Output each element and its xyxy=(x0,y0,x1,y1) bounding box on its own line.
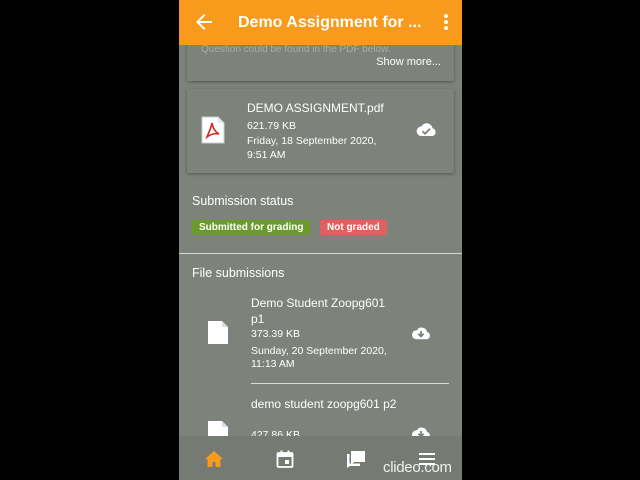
arrow-back-icon[interactable] xyxy=(192,10,216,34)
attachment-size: 621.79 KB xyxy=(247,120,297,132)
calendar-icon[interactable] xyxy=(275,450,295,468)
phone-screen: Demo Assignment for ... Question could b… xyxy=(179,0,462,480)
attachment-date: Friday, 18 September 2020, 9:51 AM xyxy=(247,135,377,161)
file-submissions-title: File submissions xyxy=(192,266,285,280)
grading-status-badge: Not graded xyxy=(320,220,387,235)
submitted-badge: Submitted for grading xyxy=(192,220,311,235)
messages-icon[interactable] xyxy=(346,450,366,468)
pdf-icon xyxy=(201,116,225,144)
description-text: Question could be found in the PDF below… xyxy=(201,44,391,55)
cloud-download-icon[interactable] xyxy=(411,326,431,342)
app-bar: Demo Assignment for ... xyxy=(179,0,462,45)
section-divider xyxy=(179,253,462,254)
cloud-check-icon xyxy=(415,122,437,138)
submission-file-name[interactable]: demo student zoopg601 p2 xyxy=(251,396,401,412)
home-icon[interactable] xyxy=(204,450,224,468)
submission-file-size: 373.39 KB xyxy=(251,328,301,340)
more-vert-icon[interactable] xyxy=(438,10,454,34)
submission-file-date: Sunday, 20 September 2020, 11:13 AM xyxy=(251,345,387,370)
attachment-name: DEMO ASSIGNMENT.pdf xyxy=(247,101,384,115)
submission-status-title: Submission status xyxy=(192,194,294,208)
show-more-link[interactable]: Show more... xyxy=(376,56,441,68)
document-icon xyxy=(207,320,229,345)
attachment-card[interactable]: DEMO ASSIGNMENT.pdf 621.79 KB Friday, 18… xyxy=(187,89,454,173)
page-title: Demo Assignment for ... xyxy=(238,14,422,31)
list-divider xyxy=(251,383,449,384)
watermark: clideo.com xyxy=(383,459,452,476)
submission-file-name[interactable]: Demo Student Zoopg601 p1 xyxy=(251,295,401,327)
